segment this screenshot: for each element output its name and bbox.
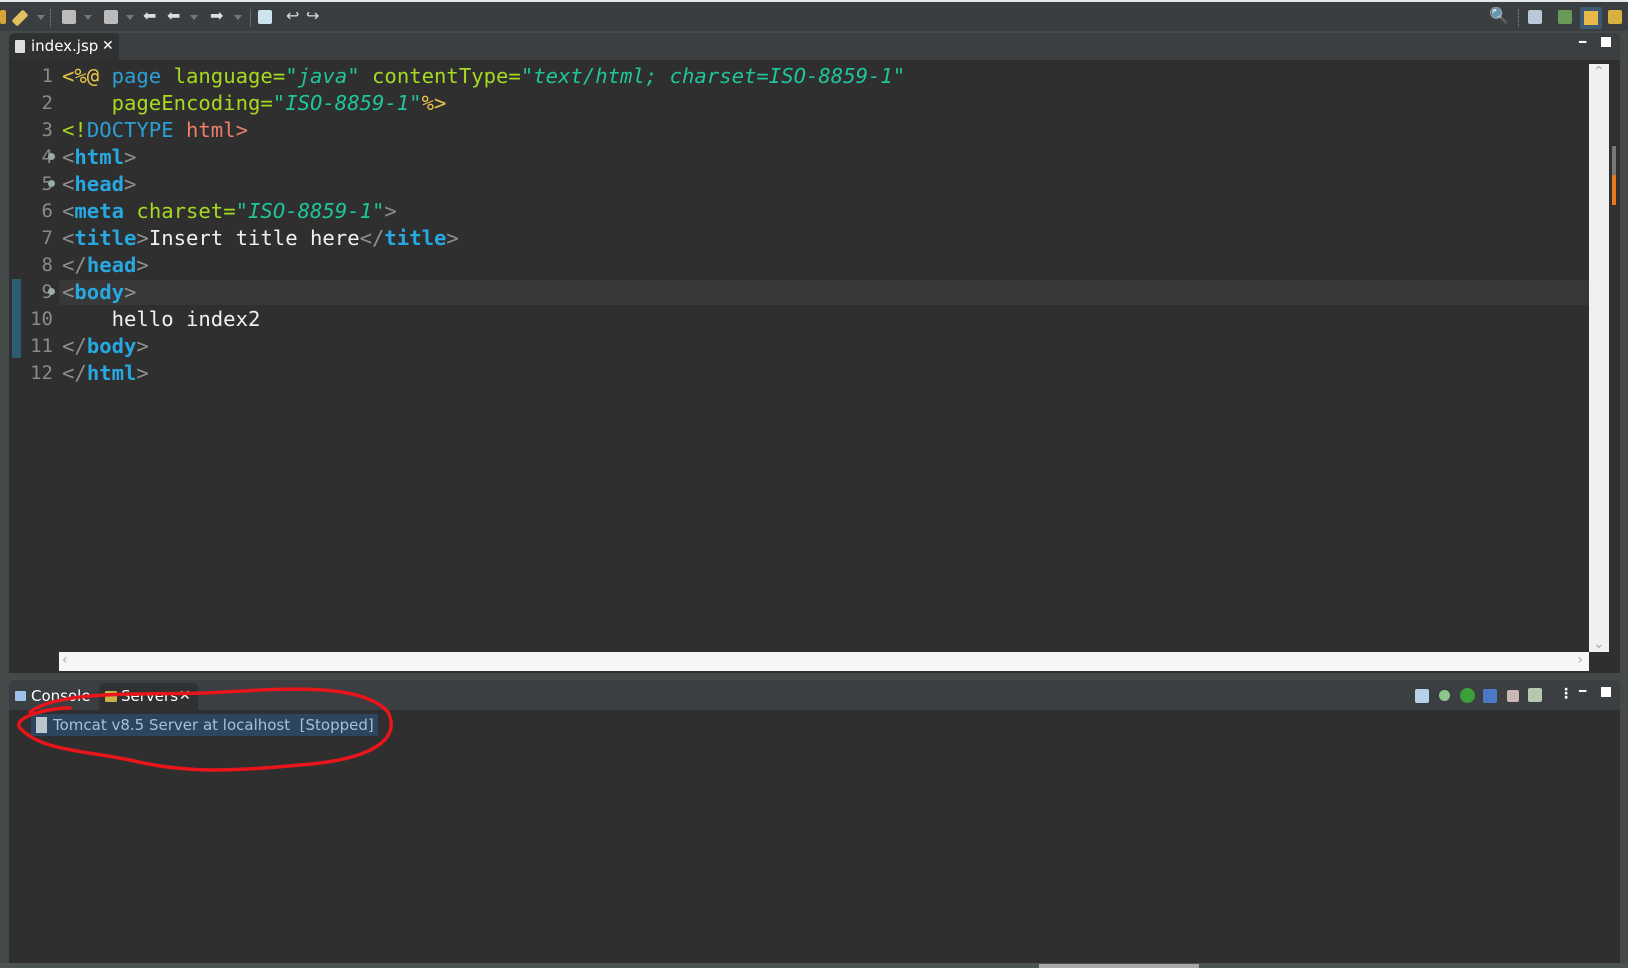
progress-indicator <box>1039 964 1199 968</box>
annotation-stroke <box>17 687 393 772</box>
red-annotation-circle <box>17 687 393 772</box>
status-strip <box>0 963 1628 968</box>
